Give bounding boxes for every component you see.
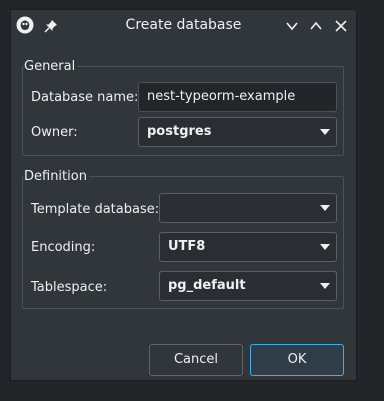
owner-value: postgres — [147, 124, 212, 139]
encoding-value: UTF8 — [168, 239, 206, 254]
general-group-title: General — [24, 59, 78, 75]
encoding-label: Encoding: — [31, 240, 96, 255]
chevron-up-icon[interactable] — [307, 17, 325, 35]
tablespace-label: Tablespace: — [31, 280, 108, 295]
app-icon[interactable] — [16, 16, 34, 34]
chevron-down-icon — [320, 129, 330, 135]
template-database-select[interactable] — [159, 193, 337, 223]
owner-label: Owner: — [31, 125, 78, 140]
tablespace-select[interactable]: pg_default — [159, 271, 337, 301]
title-bar[interactable]: Create database — [11, 10, 356, 41]
cancel-button[interactable]: Cancel — [149, 344, 243, 376]
database-name-input[interactable]: nest-typeorm-example — [138, 82, 337, 112]
pin-icon[interactable] — [44, 18, 58, 33]
chevron-down-icon — [320, 283, 330, 289]
owner-select[interactable]: postgres — [138, 117, 337, 147]
encoding-select[interactable]: UTF8 — [159, 232, 337, 262]
template-database-label: Template database: — [31, 202, 160, 217]
ok-button[interactable]: OK — [250, 344, 344, 376]
close-icon[interactable] — [332, 17, 350, 35]
chevron-down-icon — [320, 205, 330, 211]
chevron-down-icon[interactable] — [283, 17, 301, 35]
database-name-value: nest-typeorm-example — [147, 89, 296, 104]
definition-group-title: Definition — [24, 169, 89, 185]
database-name-label: Database name: — [31, 90, 139, 105]
window-title: Create database — [125, 17, 242, 33]
chevron-down-icon — [320, 244, 330, 250]
create-database-dialog: Create database General Database name: n… — [10, 9, 357, 381]
tablespace-value: pg_default — [168, 278, 246, 293]
